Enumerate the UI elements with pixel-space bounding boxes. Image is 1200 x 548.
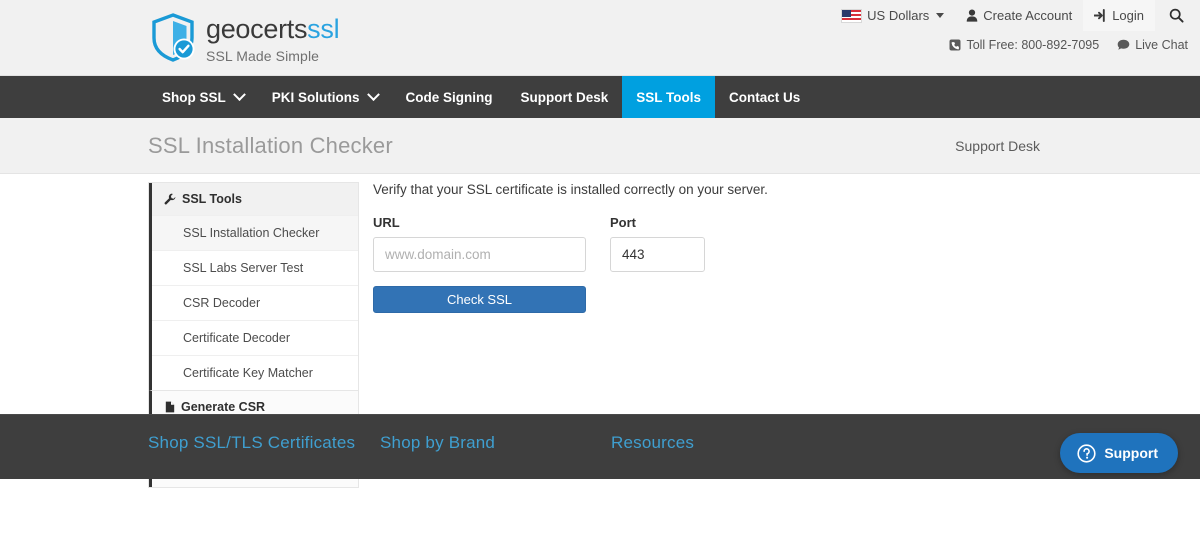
sidebar-group-label: SSL Tools	[182, 192, 242, 206]
user-icon	[966, 9, 978, 22]
logo-name-accent: ssl	[307, 14, 340, 44]
create-account-link[interactable]: Create Account	[955, 0, 1083, 31]
nav-label: Support Desk	[520, 89, 609, 105]
logo-text: geocertsssl SSL Made Simple	[206, 11, 340, 65]
url-field-group: URL	[373, 215, 586, 272]
nav-label: PKI Solutions	[271, 89, 360, 105]
phone-icon	[949, 39, 961, 51]
us-flag-icon	[841, 8, 863, 23]
sidebar-item-certificate-decoder[interactable]: Certificate Decoder	[152, 320, 358, 355]
chevron-down-icon	[232, 87, 246, 101]
sidebar-item-ssl-installation-checker[interactable]: SSL Installation Checker	[152, 215, 358, 250]
create-account-label: Create Account	[983, 8, 1073, 23]
nav-item-support-desk[interactable]: Support Desk	[507, 76, 623, 118]
logo-name-main: geocerts	[206, 14, 308, 44]
nav-label: SSL Tools	[636, 89, 702, 105]
currency-selector[interactable]: US Dollars	[830, 0, 955, 31]
wrench-icon	[163, 193, 176, 206]
support-widget-label: Support	[1104, 445, 1158, 461]
site-logo[interactable]: geocertsssl SSL Made Simple	[148, 11, 340, 65]
sidebar-item-csr-decoder[interactable]: CSR Decoder	[152, 285, 358, 320]
nav-item-shop-ssl[interactable]: Shop SSL	[148, 76, 258, 118]
support-widget-button[interactable]: Support	[1060, 433, 1178, 473]
question-circle-icon	[1077, 443, 1096, 463]
utility-nav: US Dollars Create Account Login	[830, 0, 1200, 31]
login-label: Login	[1112, 8, 1144, 23]
sidebar-item-ssl-labs-server-test[interactable]: SSL Labs Server Test	[152, 250, 358, 285]
search-button[interactable]	[1155, 0, 1200, 31]
currency-label: US Dollars	[867, 8, 930, 23]
nav-item-contact-us[interactable]: Contact Us	[715, 76, 814, 118]
logo-title: geocertsssl	[206, 14, 340, 44]
footer-heading[interactable]: Shop by Brand	[380, 433, 495, 453]
logo-tagline: SSL Made Simple	[206, 48, 320, 65]
file-icon	[163, 401, 176, 414]
footer-column-shop-ssl-tls: Shop SSL/TLS Certificates	[148, 433, 355, 453]
form-intro-text: Verify that your SSL certificate is inst…	[373, 182, 768, 197]
nav-label: Contact Us	[729, 89, 801, 105]
check-ssl-button[interactable]: Check SSL	[373, 286, 586, 313]
sidebar-item-certificate-key-matcher[interactable]: Certificate Key Matcher	[152, 355, 358, 390]
sidebar-action-label: Generate CSR	[181, 400, 266, 414]
site-footer: Shop SSL/TLS Certificates Shop by Brand …	[0, 414, 1200, 479]
footer-heading[interactable]: Shop SSL/TLS Certificates	[148, 433, 355, 453]
footer-column-shop-by-brand: Shop by Brand	[380, 433, 495, 453]
chevron-down-icon	[936, 13, 945, 18]
shield-check-icon	[152, 13, 195, 62]
port-input[interactable]	[610, 237, 705, 272]
chevron-down-icon	[366, 87, 380, 101]
page-title: SSL Installation Checker	[148, 132, 393, 158]
contact-bar: Toll Free: 800-892-7095 Live Chat	[949, 38, 1188, 52]
url-label: URL	[373, 215, 400, 230]
footer-heading[interactable]: Resources	[611, 433, 694, 453]
site-header: geocertsssl SSL Made Simple US Dollars C…	[0, 0, 1200, 76]
nav-label: Code Signing	[405, 89, 493, 105]
live-chat-label: Live Chat	[1135, 38, 1188, 52]
nav-item-pki-solutions[interactable]: PKI Solutions	[258, 76, 392, 118]
live-chat-link[interactable]: Live Chat	[1117, 38, 1188, 52]
footer-column-resources: Resources	[611, 433, 694, 453]
sidebar-group-header[interactable]: SSL Tools	[152, 183, 358, 215]
port-label: Port	[610, 215, 636, 230]
page-title-bar: SSL Installation Checker Support Desk	[0, 118, 1200, 174]
chat-bubble-icon	[1117, 39, 1130, 50]
url-input[interactable]	[373, 237, 586, 272]
port-field-group: Port	[610, 215, 705, 272]
toll-free-link[interactable]: Toll Free: 800-892-7095	[949, 38, 1099, 52]
main-navigation: Shop SSL PKI Solutions Code Signing Supp…	[0, 76, 1200, 118]
main-content: SSL Tools SSL Installation Checker SSL L…	[0, 174, 1200, 488]
nav-label: Shop SSL	[162, 89, 226, 105]
nav-item-code-signing[interactable]: Code Signing	[392, 76, 507, 118]
nav-item-ssl-tools[interactable]: SSL Tools	[622, 76, 716, 118]
search-icon	[1169, 8, 1184, 23]
form-fields: URL Port	[373, 215, 768, 272]
login-link[interactable]: Login	[1083, 0, 1155, 31]
sidebar-links: SSL Installation Checker SSL Labs Server…	[152, 215, 358, 390]
toll-free-label: Toll Free: 800-892-7095	[966, 38, 1100, 52]
support-desk-link[interactable]: Support Desk	[955, 138, 1052, 154]
sidebar-group-ssl-tools: SSL Tools SSL Installation Checker SSL L…	[149, 183, 358, 390]
login-arrow-icon	[1094, 9, 1105, 22]
